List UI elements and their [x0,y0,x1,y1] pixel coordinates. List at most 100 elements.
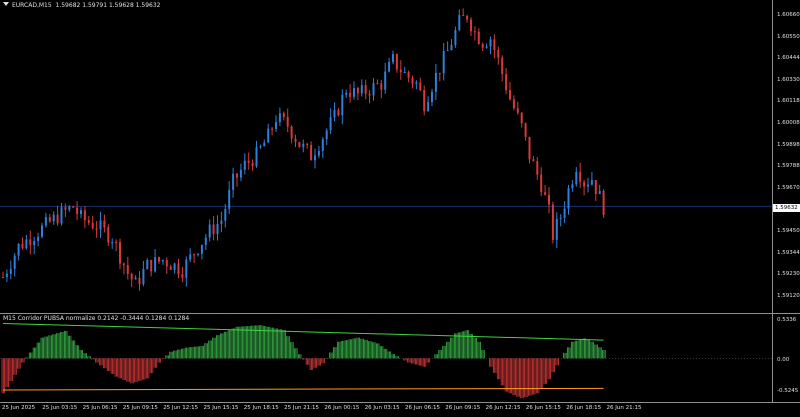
time-tick-label: 25 Jun 21:15 [284,405,320,411]
candlestick-chart [0,8,772,291]
candle-body [154,257,157,272]
candle-body [158,257,160,262]
indicator-axis[interactable]: 0.5336 0.00 -0.5245 [772,314,800,402]
price-chart-pane[interactable] [0,0,772,313]
candle-body [193,254,196,256]
candle-body [208,224,211,238]
candle-body [399,69,402,73]
candle-body [56,214,59,224]
candle-body [536,161,539,175]
candle-body [563,208,566,218]
candle-body [236,173,238,178]
candle-body [392,54,394,63]
candle-body [376,83,379,85]
candle-body [212,224,215,235]
candle-body [598,190,601,195]
candle-body [251,162,254,167]
candle-body [567,188,570,209]
candle-body [122,263,125,266]
candle-body [33,240,36,246]
candle-body [602,190,605,215]
time-tick-label: 25 Jun 12:15 [163,405,199,411]
candle-body [423,90,426,111]
candle-body [395,54,398,70]
candle-body [403,72,406,74]
time-tick-label: 26 Jun 21:15 [606,405,642,411]
pane-separator[interactable] [0,313,800,314]
candle-body [220,220,223,224]
candle-body [587,184,589,187]
candle-body [372,83,375,96]
candle-body [497,50,500,58]
price-tick-label: 1.60330 [777,76,800,83]
candle-body [37,236,40,241]
candle-body [41,225,43,237]
candle-body [462,15,465,17]
candle-body [470,19,472,32]
candle-body [13,255,16,269]
candle-body [282,113,285,118]
chart-menu-triangle-icon[interactable] [3,2,9,6]
candle-body [200,244,203,254]
time-tick-label: 25 Jun 06:15 [82,405,118,411]
candle-body [579,172,582,183]
candle-body [169,266,172,270]
candle-body [310,144,313,161]
candle-body [454,30,457,45]
time-tick-label: 25 Jun 03:15 [42,405,78,411]
candle-body [150,259,153,272]
candle-body [516,108,519,113]
indicator-pane[interactable] [0,314,772,402]
candle-body [271,128,274,130]
chart-title[interactable]: EURCAD,M15 1.59682 1.59791 1.59628 1.596… [3,2,160,9]
candle-body [302,143,305,148]
candle-body [329,117,332,131]
candle-body [544,192,547,195]
price-tick-label: 1.59788 [777,163,800,170]
candle-body [181,274,184,278]
candle-body [228,189,231,209]
price-tick-label: 1.59450 [777,228,800,234]
candle-body [29,239,32,246]
candle-body [489,39,492,47]
candle-body [259,146,262,148]
time-axis[interactable]: 25 Jun 2025 25 Jun 03:15 25 Jun 06:15 25 Ju… [0,402,800,417]
candle-body [48,217,51,222]
candle-body [87,220,90,223]
price-tick-label: 1.59120 [777,292,800,299]
candle-body [571,184,574,189]
candle-body [126,265,129,274]
time-tick-label: 26 Jun 12:15 [485,405,521,411]
lower-corridor-line [2,387,604,391]
candle-body [505,73,508,91]
time-tick-label: 25 Jun 18:15 [243,405,279,411]
candle-body [2,276,4,278]
price-tick-label: 1.59670 [777,184,800,191]
candle-body [306,143,309,145]
candle-body [111,241,114,243]
price-tick-label: 1.60660 [777,12,800,18]
candle-body [25,239,28,249]
candle-body [138,277,141,285]
time-tick-label: 26 Jun 15:15 [525,405,561,411]
candle-body [473,31,476,33]
candle-body [575,172,578,185]
time-tick-label: 25 Jun 15:15 [203,405,239,411]
candle-body [130,273,133,280]
candle-body [44,217,47,226]
indicator-tick-label: 0.00 [777,357,790,363]
candle-body [21,243,24,249]
candle-body [286,117,289,127]
candle-body [9,268,12,274]
candle-body [594,180,597,195]
time-tick-label: 25 Jun 09:15 [122,405,158,411]
upper-corridor-line [2,322,604,341]
candle-body [185,259,188,278]
candle-body [239,169,242,178]
candle-body [345,92,348,95]
candle-body [548,194,550,205]
price-axis[interactable]: 1.60660 1.60550 1.60444 1.60330 1.60118 1.600… [772,0,800,313]
candle-body [353,87,355,97]
candle-body [95,228,98,230]
ohlc-values: 1.59682 1.59791 1.59628 1.59632 [55,2,161,9]
